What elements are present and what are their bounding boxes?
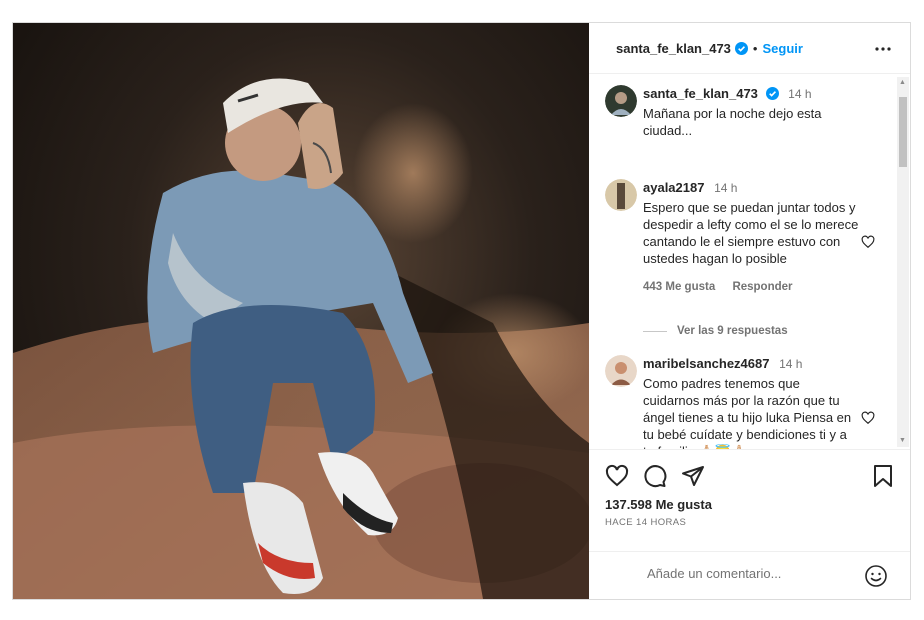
follow-button[interactable]: Seguir <box>762 41 802 56</box>
comments-scrollbar[interactable]: ▲ ▼ <box>897 77 909 447</box>
commenter-avatar[interactable] <box>605 179 637 211</box>
bookmark-icon[interactable] <box>872 464 894 488</box>
view-replies-label: Ver las 9 respuestas <box>677 325 788 337</box>
comment-meta: 443 Me gusta Responder <box>643 279 859 296</box>
heart-icon[interactable] <box>861 235 875 249</box>
post-time: HACE 14 HORAS <box>605 517 687 528</box>
comment-composer: Añade un comentario... <box>589 551 910 599</box>
comment-username[interactable]: maribelsanchez4687 <box>643 356 769 371</box>
action-bar <box>589 449 910 496</box>
caption-time[interactable]: 14 h <box>788 87 811 101</box>
caption-text: Mañana por la noche dejo esta ciudad... <box>643 106 822 138</box>
verified-badge-icon <box>734 41 748 55</box>
post-header: santa_fe_klan_473 • Seguir <box>589 23 910 74</box>
heart-icon[interactable] <box>861 411 875 425</box>
scroll-up-arrow-icon[interactable]: ▲ <box>899 79 906 87</box>
scroll-down-arrow-icon[interactable]: ▼ <box>899 437 906 445</box>
comment-text: Espero que se puedan juntar todos y desp… <box>643 200 859 266</box>
more-options-icon[interactable] <box>874 40 892 58</box>
comment-body: ayala2187 14 h Espero que se puedan junt… <box>643 179 859 296</box>
share-icon[interactable] <box>681 464 705 488</box>
caption-username[interactable]: santa_fe_klan_473 <box>643 86 758 101</box>
verified-badge-icon <box>765 87 779 100</box>
comments-scroll-area[interactable]: santa_fe_klan_473 14 h Mañana por la noc… <box>589 75 910 449</box>
comment-input[interactable]: Añade un comentario... <box>647 566 781 581</box>
photo-artwork <box>13 78 589 599</box>
commenter-avatar[interactable] <box>605 355 637 387</box>
author-avatar[interactable] <box>605 85 637 117</box>
separator-dot: • <box>752 40 758 56</box>
post-side-panel: santa_fe_klan_473 • Seguir santa_fe_klan… <box>589 23 910 599</box>
instagram-post-modal: santa_fe_klan_473 • Seguir santa_fe_klan… <box>12 22 911 600</box>
comment-likes[interactable]: 443 Me gusta <box>643 281 715 293</box>
comment-time[interactable]: 14 h <box>714 181 737 195</box>
author-username[interactable]: santa_fe_klan_473 <box>616 41 731 56</box>
replies-divider <box>643 330 667 332</box>
comment-time[interactable]: 14 h <box>779 357 802 371</box>
view-replies-button[interactable]: Ver las 9 respuestas <box>643 325 788 337</box>
like-count[interactable]: 137.598 Me gusta <box>605 497 712 512</box>
comment-icon[interactable] <box>643 464 667 488</box>
reply-button[interactable]: Responder <box>732 281 792 293</box>
comment-text: Como padres tenemos que cuidarnos más po… <box>643 376 852 449</box>
heart-icon[interactable] <box>605 464 629 488</box>
caption-body: santa_fe_klan_473 14 h Mañana por la noc… <box>643 85 859 139</box>
emoji-icon[interactable] <box>864 564 888 588</box>
scrollbar-thumb[interactable] <box>899 97 907 167</box>
comment-username[interactable]: ayala2187 <box>643 180 704 195</box>
comment-body: maribelsanchez4687 14 h Como padres tene… <box>643 355 859 449</box>
post-photo[interactable] <box>13 23 589 599</box>
